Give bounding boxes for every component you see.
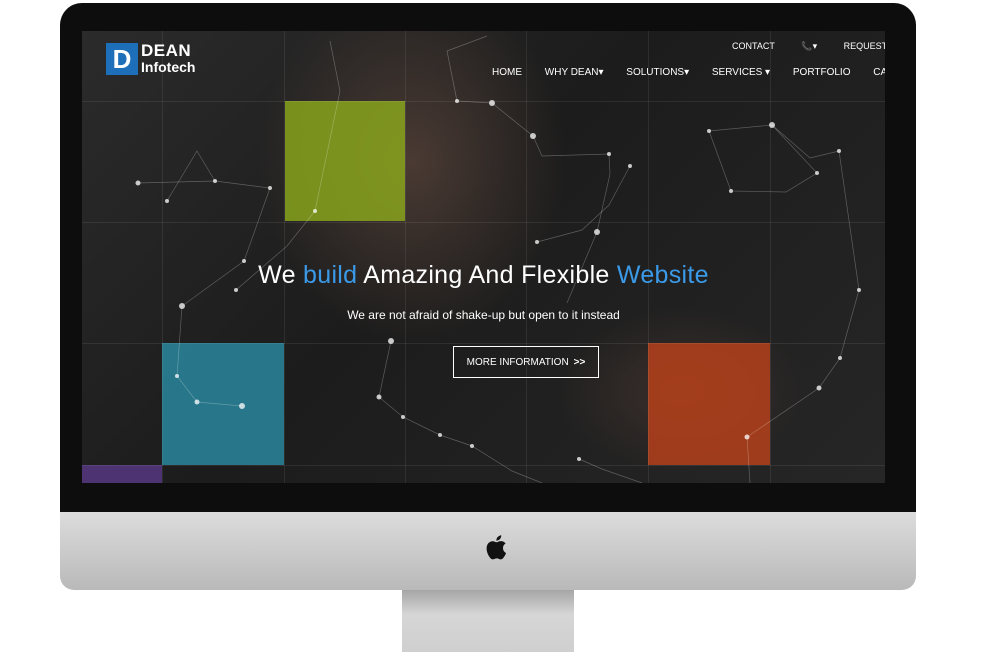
main-nav: HOME WHY DEAN▾ SOLUTIONS▾ SERVICES ▾ POR… bbox=[492, 67, 885, 78]
monitor-stand bbox=[402, 590, 574, 652]
contact-link[interactable]: CONTACT bbox=[732, 41, 775, 51]
cta-label: MORE INFORMATION bbox=[466, 356, 569, 368]
headline-text: Amazing And Flexible bbox=[357, 261, 617, 289]
headline-text: We bbox=[258, 261, 304, 289]
hero-subtitle: We are not afraid of shake-up but open t… bbox=[347, 308, 620, 322]
headline-highlight: build bbox=[303, 261, 358, 289]
nav-why-dean[interactable]: WHY DEAN▾ bbox=[545, 67, 604, 78]
headline-highlight: Website bbox=[616, 261, 709, 289]
logo-name: DEAN bbox=[141, 41, 192, 60]
nav-solutions[interactable]: SOLUTIONS▾ bbox=[626, 67, 689, 78]
apple-icon bbox=[486, 535, 507, 560]
logo-subname: Infotech bbox=[141, 59, 196, 75]
logo-mark: D bbox=[106, 43, 138, 75]
phone-dropdown[interactable]: 📞▾ bbox=[801, 41, 817, 51]
nav-portfolio[interactable]: PORTFOLIO bbox=[793, 67, 851, 78]
nav-home[interactable]: HOME bbox=[492, 67, 522, 78]
double-chevron-icon: >> bbox=[573, 356, 586, 368]
utility-bar: CONTACT 📞▾ REQUEST bbox=[732, 41, 885, 52]
monitor-screen: D DEAN Infotech CONTACT 📞▾ REQUEST HOME … bbox=[82, 31, 885, 483]
request-link[interactable]: REQUEST bbox=[844, 41, 885, 51]
particle-network bbox=[135, 35, 861, 483]
more-information-button[interactable]: MORE INFORMATION >> bbox=[453, 346, 599, 378]
nav-careers[interactable]: CAREE bbox=[873, 67, 885, 78]
nav-services[interactable]: SERVICES ▾ bbox=[712, 67, 770, 78]
site-logo[interactable]: D DEAN Infotech bbox=[106, 39, 195, 79]
hero-headline: We build Amazing And Flexible Website bbox=[82, 261, 885, 290]
